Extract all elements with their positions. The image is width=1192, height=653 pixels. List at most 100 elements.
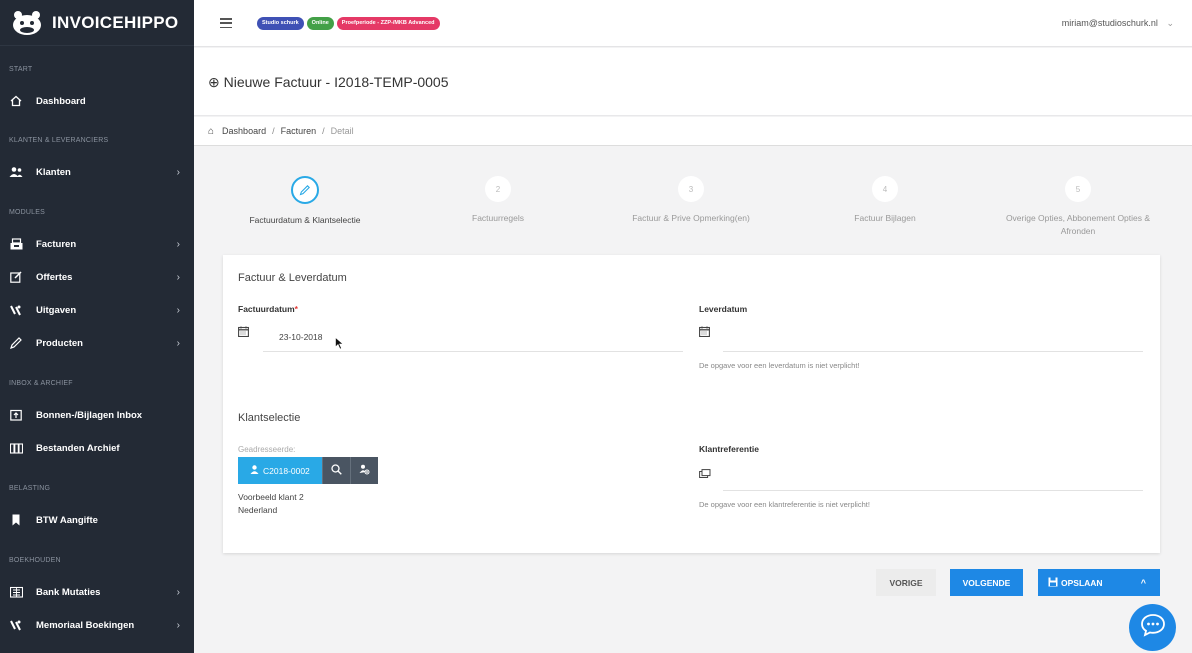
chat-bubble-icon (1140, 613, 1166, 642)
sidebar-item-bestanden-archief[interactable]: Bestanden Archief (0, 433, 194, 463)
chevron-right-icon: › (176, 337, 180, 349)
add-client-button[interactable] (349, 457, 378, 484)
chevron-right-icon: › (176, 304, 180, 316)
wizard-step-label: Factuur Bijlagen (854, 213, 916, 223)
chevron-right-icon: › (176, 586, 180, 598)
pencil-icon (291, 176, 319, 204)
search-icon (331, 462, 342, 480)
hippo-logo-icon (10, 10, 44, 36)
leverdatum-label: Leverdatum (699, 304, 748, 314)
section-title-client: Klantselectie (238, 412, 301, 424)
user-email: miriam@studioschurk.nl (1061, 17, 1158, 28)
hamburger-menu-icon[interactable] (220, 18, 232, 28)
breadcrumb-detail: Detail (330, 126, 354, 136)
section-klanten: KLANTEN & LEVERANCIERS (9, 137, 109, 144)
sidebar-item-memoriaal-boekingen[interactable]: Memoriaal Boekingen › (0, 610, 194, 640)
wizard-step-4[interactable]: 4 Factuur Bijlagen (805, 176, 965, 225)
section-belasting: BELASTING (9, 485, 51, 492)
factuurdatum-label: Factuurdatum* (238, 304, 298, 314)
money-hand-icon (9, 618, 23, 632)
wizard-step-number: 4 (872, 176, 898, 202)
back-icon[interactable]: ⊕ (208, 74, 220, 90)
sidebar-item-label: Offertes (36, 271, 73, 283)
client-address: Voorbeeld klant 2 Nederland (238, 491, 304, 517)
sidebar-item-label: Dashboard (36, 95, 86, 107)
sidebar-item-label: Bank Mutaties (36, 586, 101, 598)
sidebar-item-label: Uitgaven (36, 304, 77, 316)
leverdatum-hint: De opgave voor een leverdatum is niet ve… (699, 361, 860, 370)
bookmark-icon (9, 513, 23, 527)
section-inbox: INBOX & ARCHIEF (9, 380, 73, 387)
client-code-button[interactable]: C2018-0002 (238, 457, 322, 484)
sidebar-item-offertes[interactable]: Offertes › (0, 262, 194, 292)
sidebar-item-facturen[interactable]: Facturen › (0, 229, 194, 259)
client-selector: C2018-0002 (238, 457, 378, 484)
breadcrumb-separator: / (322, 126, 325, 136)
mouse-cursor-icon (335, 336, 344, 355)
chevron-up-icon[interactable]: ^ (1141, 578, 1146, 588)
klantreferentie-input[interactable] (723, 490, 1143, 491)
users-icon (9, 165, 23, 179)
sidebar-item-label: BTW Aangifte (36, 514, 98, 526)
sidebar-item-label: Facturen (36, 238, 77, 250)
online-badge: Online (306, 16, 334, 30)
sidebar-item-btw-aangifte[interactable]: BTW Aangifte (0, 505, 194, 535)
wizard-step-label: Overige Opties, Abbonement Opties & Afro… (1005, 213, 1151, 236)
factuurdatum-underline (263, 351, 683, 352)
chat-button[interactable] (1129, 604, 1176, 651)
top-bar: Studio schurk Online Proefperiode - ZZP-… (194, 0, 1192, 47)
leverdatum-input[interactable] (723, 351, 1143, 352)
cash-register-icon (9, 237, 23, 251)
klantreferentie-hint: De opgave voor een klantreferentie is ni… (699, 500, 870, 509)
breadcrumb-facturen[interactable]: Facturen (281, 126, 317, 136)
wizard-step-3[interactable]: 3 Factuur & Prive Opmerking(en) (611, 176, 771, 225)
calendar-icon[interactable] (238, 324, 249, 342)
archive-icon (9, 441, 23, 455)
edit-icon (9, 270, 23, 284)
chevron-right-icon: › (176, 238, 180, 250)
wizard-step-5[interactable]: 5 Overige Opties, Abbonement Opties & Af… (992, 176, 1164, 238)
geadresseerde-label: Geadresseerde: (238, 445, 296, 454)
section-modules: MODULES (9, 209, 46, 216)
sidebar-item-label: Bestanden Archief (36, 442, 120, 454)
page-title: ⊕ Nieuwe Factuur - I2018-TEMP-0005 (208, 74, 449, 91)
wizard-step-label: Factuurdatum & Klantselectie (249, 215, 361, 225)
klantreferentie-label: Klantreferentie (699, 444, 759, 454)
client-country: Nederland (238, 505, 278, 515)
user-add-icon (359, 462, 370, 480)
sidebar-item-dashboard[interactable]: Dashboard (0, 86, 194, 116)
breadcrumb-dashboard[interactable]: Dashboard (222, 126, 266, 136)
page-title-text: Nieuwe Factuur - I2018-TEMP-0005 (223, 74, 449, 90)
save-button[interactable]: OPSLAAN ^ (1038, 569, 1160, 596)
next-button[interactable]: VOLGENDE (950, 569, 1023, 596)
status-badges: Studio schurk Online Proefperiode - ZZP-… (254, 16, 440, 30)
user-menu[interactable]: miriam@studioschurk.nl ⌄ (1062, 18, 1174, 29)
sidebar-item-producten[interactable]: Producten › (0, 328, 194, 358)
sidebar: INVOICEHIPPO START Dashboard KLANTEN & L… (0, 0, 194, 653)
sidebar-item-label: Klanten (36, 166, 71, 178)
section-title-dates: Factuur & Leverdatum (238, 272, 347, 284)
sidebar-item-uitgaven[interactable]: Uitgaven › (0, 295, 194, 325)
previous-button[interactable]: VORIGE (876, 569, 936, 596)
sidebar-item-bank-mutaties[interactable]: Bank Mutaties › (0, 577, 194, 607)
wizard-step-1[interactable]: Factuurdatum & Klantselectie (225, 176, 385, 227)
home-icon[interactable]: ⌂ (208, 126, 214, 137)
breadcrumb-separator: / (272, 126, 275, 136)
wizard-step-number: 3 (678, 176, 704, 202)
sidebar-item-klanten[interactable]: Klanten › (0, 157, 194, 187)
wizard-step-2[interactable]: 2 Factuurregels (418, 176, 578, 225)
search-client-button[interactable] (321, 457, 350, 484)
section-start: START (9, 66, 33, 73)
sidebar-item-bonnen-inbox[interactable]: Bonnen-/Bijlagen Inbox (0, 400, 194, 430)
factuurdatum-input[interactable]: 23-10-2018 (279, 332, 322, 342)
page-header: ⊕ Nieuwe Factuur - I2018-TEMP-0005 (194, 48, 1192, 116)
reference-card-icon (699, 465, 711, 483)
chevron-right-icon: › (176, 619, 180, 631)
app-logo[interactable]: INVOICEHIPPO (0, 0, 194, 46)
calendar-icon[interactable] (699, 324, 710, 342)
sidebar-item-label: Memoriaal Boekingen (36, 619, 135, 631)
breadcrumb: ⌂ Dashboard / Facturen / Detail (194, 117, 1192, 146)
wizard-step-number: 5 (1065, 176, 1091, 202)
section-boekhouden: BOEKHOUDEN (9, 557, 61, 564)
save-button-label: OPSLAAN (1061, 577, 1103, 588)
